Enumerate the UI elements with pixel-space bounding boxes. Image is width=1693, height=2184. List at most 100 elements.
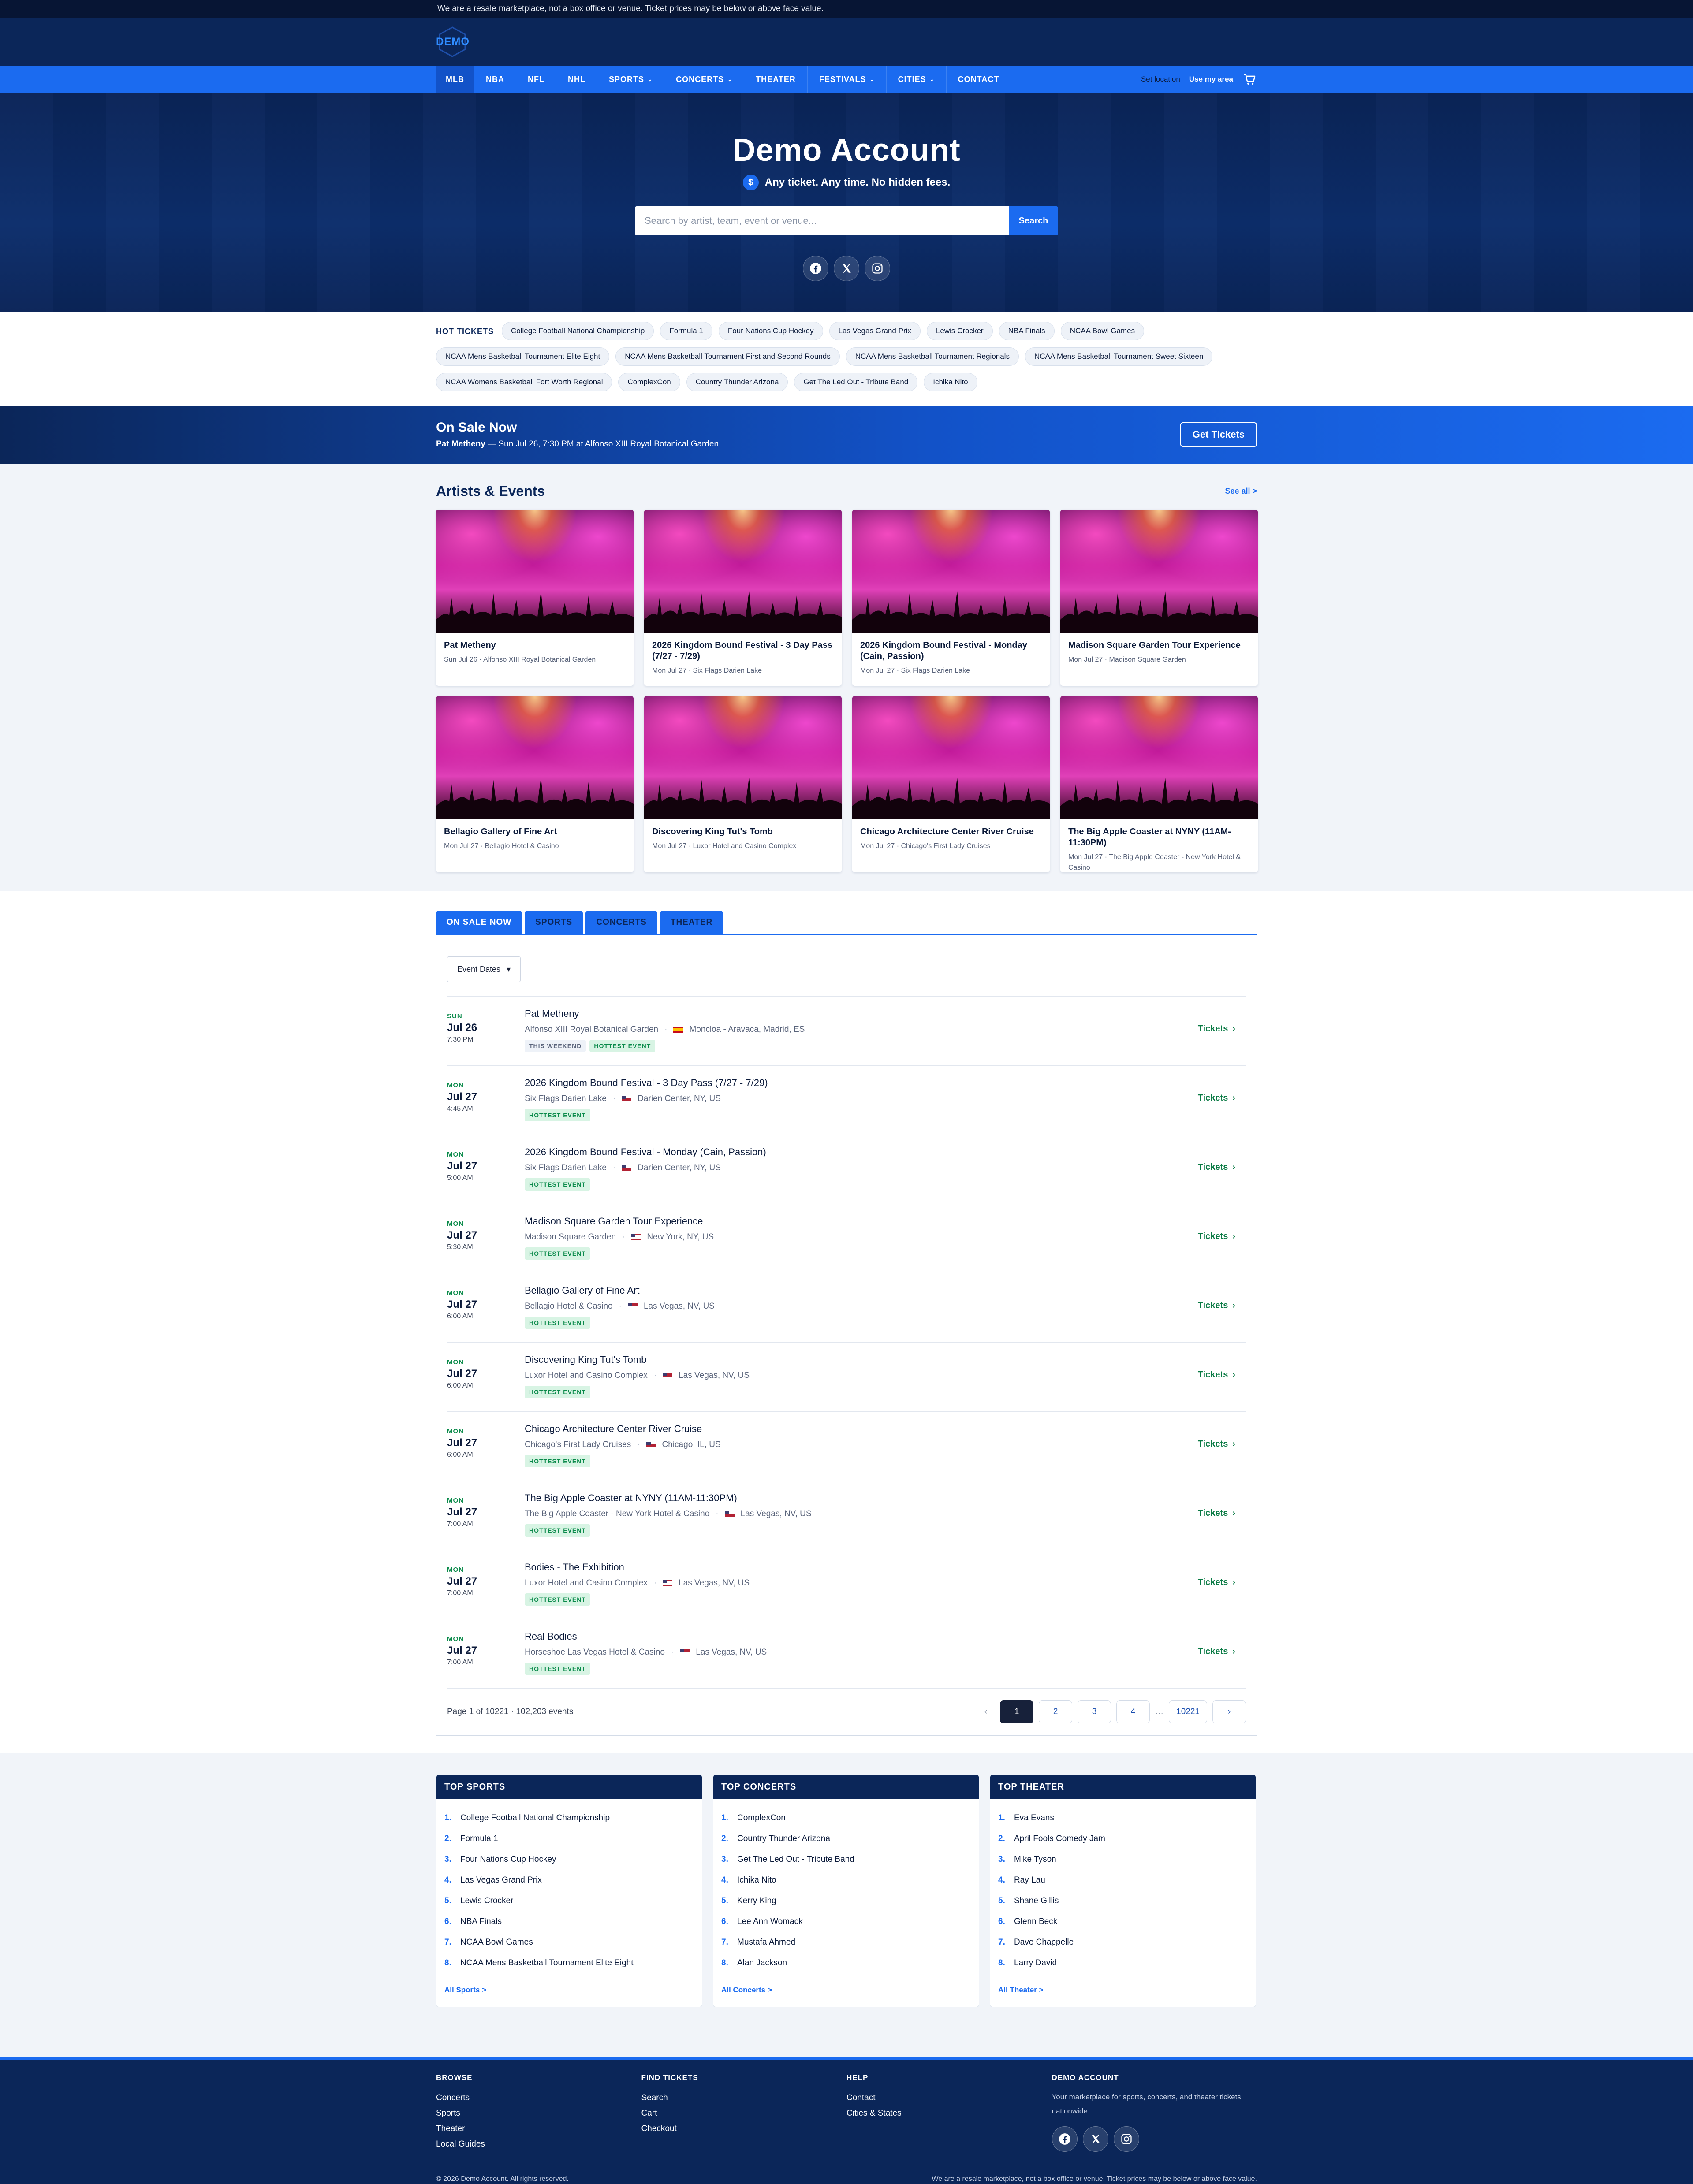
event-name[interactable]: Bodies - The Exhibition (525, 1562, 750, 1573)
hot-ticket-chip[interactable]: Four Nations Cup Hockey (718, 322, 823, 340)
event-card[interactable]: Madison Square Garden Tour Experience Mon… (1060, 510, 1258, 686)
top-list-item[interactable]: 7. NCAA Bowl Games (444, 1932, 694, 1953)
event-venue[interactable]: Six Flags Darien Lake (525, 1094, 607, 1104)
hot-ticket-chip[interactable]: College Football National Championship (502, 322, 654, 340)
hot-ticket-chip[interactable]: NCAA Mens Basketball Tournament Elite Ei… (436, 347, 610, 366)
use-my-area-link[interactable]: Use my area (1189, 75, 1233, 84)
top-list-item[interactable]: 3. Mike Tyson (998, 1849, 1248, 1870)
facebook-icon[interactable] (1052, 2126, 1078, 2152)
event-venue[interactable]: Luxor Hotel and Casino Complex (525, 1371, 648, 1380)
event-card[interactable]: The Big Apple Coaster at NYNY (11AM-11:3… (1060, 696, 1258, 872)
top-list-item[interactable]: 6. Glenn Beck (998, 1911, 1248, 1932)
top-list-item[interactable]: 3. Four Nations Cup Hockey (444, 1849, 694, 1870)
event-card[interactable]: 2026 Kingdom Bound Festival - Monday (Ca… (852, 510, 1050, 686)
top-list-item[interactable]: 2. April Fools Comedy Jam (998, 1828, 1248, 1849)
nav-item-theater[interactable]: THEATER (744, 66, 808, 93)
nav-item-cities[interactable]: CITIES ⌄ (887, 66, 947, 93)
event-venue[interactable]: Chicago's First Lady Cruises (525, 1440, 631, 1450)
event-card[interactable]: Bellagio Gallery of Fine Art Mon Jul 27 ·… (436, 696, 634, 872)
hot-ticket-chip[interactable]: Las Vegas Grand Prix (829, 322, 921, 340)
top-list-item[interactable]: 5. Kerry King (721, 1890, 971, 1911)
top-list-item[interactable]: 8. Alan Jackson (721, 1953, 971, 1973)
event-name[interactable]: Madison Square Garden Tour Experience (525, 1216, 714, 1227)
last-page-button[interactable]: 10221 (1169, 1700, 1207, 1723)
nav-item-nhl[interactable]: NHL (556, 66, 597, 93)
tab-sports[interactable]: SPORTS (525, 911, 583, 934)
event-venue[interactable]: Bellagio Hotel & Casino (525, 1302, 613, 1311)
hot-ticket-chip[interactable]: NCAA Mens Basketball Tournament First an… (615, 347, 840, 366)
top-list-item[interactable]: 2. Formula 1 (444, 1828, 694, 1849)
top-list-item[interactable]: 1. Eva Evans (998, 1808, 1248, 1828)
tickets-link[interactable]: Tickets › (1198, 1301, 1235, 1311)
page-button[interactable]: 3 (1078, 1700, 1111, 1723)
event-name[interactable]: 2026 Kingdom Bound Festival - 3 Day Pass… (525, 1077, 768, 1089)
instagram-icon[interactable] (865, 256, 890, 281)
see-all-link[interactable]: See all > (1225, 487, 1257, 496)
top-list-item[interactable]: 4. Ichika Nito (721, 1870, 971, 1890)
hot-ticket-chip[interactable]: NCAA Womens Basketball Fort Worth Region… (436, 373, 612, 391)
top-list-all-link[interactable]: All Theater > (990, 1978, 1256, 2007)
next-page-button[interactable]: › (1212, 1700, 1246, 1723)
event-card[interactable]: Chicago Architecture Center River Cruise… (852, 696, 1050, 872)
event-dates-dropdown[interactable]: Event Dates ▾ (447, 956, 521, 982)
tickets-link[interactable]: Tickets › (1198, 1439, 1235, 1449)
tab-on-sale-now[interactable]: ON SALE NOW (436, 911, 522, 934)
nav-item-mlb[interactable]: MLB (436, 66, 474, 93)
nav-item-festivals[interactable]: FESTIVALS ⌄ (808, 66, 887, 93)
tickets-link[interactable]: Tickets › (1198, 1647, 1235, 1657)
cart-icon[interactable] (1242, 72, 1257, 87)
top-list-all-link[interactable]: All Concerts > (713, 1978, 979, 2007)
event-venue[interactable]: Luxor Hotel and Casino Complex (525, 1578, 648, 1588)
hot-ticket-chip[interactable]: Ichika Nito (924, 373, 977, 391)
hot-ticket-chip[interactable]: Country Thunder Arizona (686, 373, 788, 391)
tickets-link[interactable]: Tickets › (1198, 1370, 1235, 1380)
x-icon[interactable] (834, 256, 859, 281)
hot-ticket-chip[interactable]: NCAA Mens Basketball Tournament Regional… (846, 347, 1019, 366)
event-venue[interactable]: Madison Square Garden (525, 1232, 616, 1242)
event-name[interactable]: 2026 Kingdom Bound Festival - Monday (Ca… (525, 1146, 766, 1158)
hot-ticket-chip[interactable]: ComplexCon (618, 373, 680, 391)
tickets-link[interactable]: Tickets › (1198, 1162, 1235, 1172)
footer-link[interactable]: Cart (641, 2106, 847, 2121)
event-name[interactable]: Chicago Architecture Center River Cruise (525, 1423, 721, 1435)
nav-item-sports[interactable]: SPORTS ⌄ (597, 66, 665, 93)
search-input[interactable] (635, 206, 1009, 235)
hot-ticket-chip[interactable]: NCAA Mens Basketball Tournament Sweet Si… (1025, 347, 1213, 366)
page-button[interactable]: 4 (1116, 1700, 1150, 1723)
get-tickets-button[interactable]: Get Tickets (1180, 422, 1257, 447)
top-list-item[interactable]: 6. NBA Finals (444, 1911, 694, 1932)
nav-item-nba[interactable]: NBA (474, 66, 516, 93)
top-list-item[interactable]: 6. Lee Ann Womack (721, 1911, 971, 1932)
top-list-item[interactable]: 8. Larry David (998, 1953, 1248, 1973)
hot-ticket-chip[interactable]: NCAA Bowl Games (1060, 322, 1145, 340)
tickets-link[interactable]: Tickets › (1198, 1024, 1235, 1034)
top-list-item[interactable]: 5. Shane Gillis (998, 1890, 1248, 1911)
logo[interactable]: DEMO (436, 26, 469, 58)
nav-item-nfl[interactable]: NFL (516, 66, 556, 93)
instagram-icon[interactable] (1113, 2126, 1139, 2152)
top-list-item[interactable]: 7. Mustafa Ahmed (721, 1932, 971, 1953)
footer-link[interactable]: Contact (846, 2090, 1052, 2106)
top-list-item[interactable]: 3. Get The Led Out - Tribute Band (721, 1849, 971, 1870)
event-card[interactable]: Discovering King Tut's Tomb Mon Jul 27 · … (644, 696, 842, 872)
tickets-link[interactable]: Tickets › (1198, 1578, 1235, 1588)
event-name[interactable]: Real Bodies (525, 1631, 767, 1642)
event-venue[interactable]: Six Flags Darien Lake (525, 1163, 607, 1173)
footer-link[interactable]: Concerts (436, 2090, 641, 2106)
hot-ticket-chip[interactable]: Get The Led Out - Tribute Band (794, 373, 918, 391)
page-button[interactable]: 2 (1039, 1700, 1073, 1723)
nav-item-concerts[interactable]: CONCERTS ⌄ (664, 66, 745, 93)
top-list-item[interactable]: 2. Country Thunder Arizona (721, 1828, 971, 1849)
event-card[interactable]: Pat Metheny Sun Jul 26 · Alfonso XIII Roy… (436, 510, 634, 686)
top-list-item[interactable]: 1. ComplexCon (721, 1808, 971, 1828)
tickets-link[interactable]: Tickets › (1198, 1093, 1235, 1103)
event-card[interactable]: 2026 Kingdom Bound Festival - 3 Day Pass… (644, 510, 842, 686)
top-list-item[interactable]: 5. Lewis Crocker (444, 1890, 694, 1911)
event-name[interactable]: Pat Metheny (525, 1008, 805, 1019)
hot-ticket-chip[interactable]: Lewis Crocker (926, 322, 993, 340)
top-list-all-link[interactable]: All Sports > (436, 1978, 702, 2007)
search-button[interactable]: Search (1009, 206, 1058, 235)
footer-link[interactable]: Cities & States (846, 2106, 1052, 2121)
top-list-item[interactable]: 4. Ray Lau (998, 1870, 1248, 1890)
tab-theater[interactable]: THEATER (660, 911, 723, 934)
